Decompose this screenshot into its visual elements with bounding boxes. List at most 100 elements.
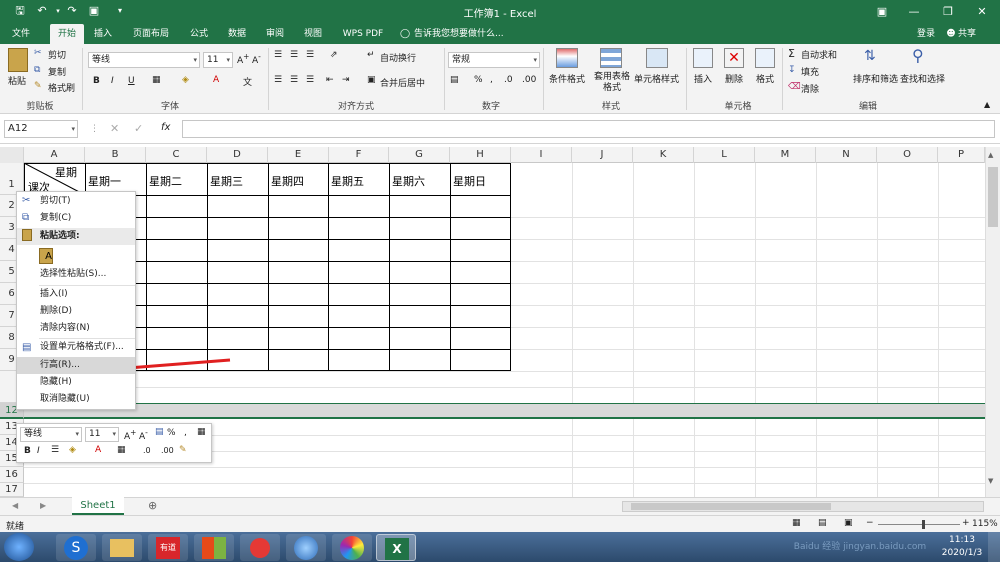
font-name-combo[interactable]: 等线 ▾: [88, 52, 200, 68]
format-painter-icon[interactable]: ✎: [34, 81, 42, 91]
show-desktop-button[interactable]: [988, 532, 1000, 562]
tab-data[interactable]: 数据: [222, 24, 252, 44]
wrap-text-button[interactable]: 自动换行: [380, 51, 416, 64]
formula-input[interactable]: [182, 120, 995, 138]
page-layout-view-icon[interactable]: ▤: [818, 518, 827, 528]
insert-function-icon[interactable]: fx: [161, 122, 170, 133]
header-cell[interactable]: 星期五: [328, 173, 364, 189]
cut-icon[interactable]: ✂: [34, 48, 42, 58]
tab-formulas[interactable]: 公式: [184, 24, 214, 44]
horizontal-scrollbar[interactable]: [622, 501, 984, 512]
border-icon[interactable]: ▦: [152, 75, 161, 85]
zoom-out-icon[interactable]: −: [866, 518, 874, 528]
menu-item-cut[interactable]: 剪切(T): [17, 193, 135, 210]
fill-icon[interactable]: ↧: [788, 65, 796, 75]
format-painter-button[interactable]: 格式刷: [48, 81, 75, 94]
menu-item-format-cells[interactable]: 设置单元格格式(F)...: [17, 339, 135, 356]
column-header[interactable]: F: [329, 147, 389, 163]
merge-center-button[interactable]: 合并后居中: [380, 76, 425, 89]
decrease-decimal-icon[interactable]: .00: [522, 75, 536, 85]
decrease-decimal-icon[interactable]: .00: [161, 446, 174, 455]
fill-color-icon[interactable]: ◈: [69, 445, 76, 455]
column-header[interactable]: E: [268, 147, 329, 163]
sheet-tab-sheet1[interactable]: Sheet1: [72, 497, 124, 515]
paste-button[interactable]: 粘贴: [8, 74, 26, 87]
align-left-icon[interactable]: ☰: [274, 75, 282, 85]
tab-page-layout[interactable]: 页面布局: [126, 24, 176, 44]
share-button[interactable]: 共享: [958, 24, 986, 44]
cut-button[interactable]: 剪切: [48, 48, 66, 61]
accounting-icon[interactable]: ▤: [155, 427, 164, 437]
number-format-combo[interactable]: 常规 ▾: [448, 52, 540, 68]
zoom-in-icon[interactable]: +: [962, 518, 970, 528]
column-header[interactable]: P: [938, 147, 985, 163]
header-cell[interactable]: 星期一: [85, 173, 121, 189]
copy-icon[interactable]: ⧉: [34, 65, 40, 75]
autosum-icon[interactable]: Σ: [788, 47, 795, 60]
column-header[interactable]: O: [877, 147, 938, 163]
minimize-button[interactable]: —: [898, 0, 930, 24]
name-box[interactable]: A12 ▾: [4, 120, 78, 138]
login-link[interactable]: 登录: [912, 24, 940, 44]
page-break-view-icon[interactable]: ▣: [844, 518, 853, 528]
percent-icon[interactable]: %: [167, 428, 176, 438]
orientation-icon[interactable]: ⇗: [330, 50, 338, 60]
collapse-ribbon-icon[interactable]: ▲: [984, 100, 990, 109]
tab-home[interactable]: 开始: [50, 24, 84, 44]
cell-styles-button[interactable]: 单元格样式: [634, 72, 679, 85]
taskbar-youdao[interactable]: 有道: [148, 534, 188, 561]
scroll-down-icon[interactable]: ▼: [988, 477, 993, 485]
menu-item-hide[interactable]: 隐藏(H): [17, 374, 135, 391]
format-cells-icon[interactable]: ▦: [197, 427, 206, 437]
bold-icon[interactable]: B: [24, 446, 31, 456]
add-sheet-icon[interactable]: ⊕: [148, 499, 157, 512]
mini-font-combo[interactable]: 等线 ▾: [20, 427, 82, 442]
format-painter-icon[interactable]: ✎: [179, 445, 187, 455]
find-select-button[interactable]: 查找和选择: [900, 72, 945, 85]
column-header[interactable]: L: [694, 147, 755, 163]
select-all-button[interactable]: [0, 147, 24, 163]
menu-item-insert[interactable]: 插入(I): [17, 286, 135, 303]
scroll-up-icon[interactable]: ▲: [988, 151, 993, 159]
grow-font-icon[interactable]: A+: [124, 428, 136, 442]
merge-center-icon[interactable]: ▣: [367, 75, 376, 85]
align-center-icon[interactable]: ☰: [51, 445, 59, 455]
header-cell[interactable]: 星期日: [450, 173, 486, 189]
column-header[interactable]: N: [816, 147, 877, 163]
bold-button[interactable]: B: [93, 76, 100, 86]
vertical-scrollbar[interactable]: ▲ ▼: [985, 147, 1000, 497]
format-as-table-button[interactable]: 套用表格格式: [591, 72, 633, 94]
menu-item-copy[interactable]: 复制(C): [17, 210, 135, 227]
font-color-icon[interactable]: A: [213, 75, 219, 85]
search-icon[interactable]: ⚲: [912, 46, 924, 65]
column-header[interactable]: K: [633, 147, 694, 163]
italic-icon[interactable]: I: [37, 446, 40, 456]
comma-icon[interactable]: ,: [184, 428, 187, 438]
sort-filter-button[interactable]: 排序和筛选: [853, 72, 898, 85]
tab-insert[interactable]: 插入: [88, 24, 118, 44]
cancel-icon[interactable]: ✕: [110, 122, 119, 135]
delete-cells-button[interactable]: 删除: [725, 72, 743, 85]
column-header[interactable]: A: [24, 147, 85, 163]
tab-file[interactable]: 文件: [4, 24, 38, 44]
cell-styles-icon[interactable]: [646, 48, 668, 68]
paste-icon[interactable]: [8, 48, 28, 72]
align-bottom-icon[interactable]: ☰: [306, 50, 314, 60]
header-cell[interactable]: 星期四: [268, 173, 304, 189]
header-cell[interactable]: 星期三: [207, 173, 243, 189]
taskbar-file-explorer[interactable]: [102, 534, 142, 561]
shrink-font-icon[interactable]: A-: [252, 52, 261, 66]
selected-row[interactable]: [24, 403, 985, 419]
align-right-icon[interactable]: ☰: [306, 75, 314, 85]
prev-sheet-icon[interactable]: ◀: [12, 501, 18, 510]
increase-decimal-icon[interactable]: .0: [143, 446, 151, 455]
menu-item-unhide[interactable]: 取消隐藏(U): [17, 391, 135, 408]
tab-review[interactable]: 审阅: [260, 24, 290, 44]
fill-button[interactable]: 填充: [801, 65, 819, 78]
italic-button[interactable]: I: [111, 76, 114, 86]
column-header[interactable]: B: [85, 147, 146, 163]
restore-button[interactable]: ❐: [932, 0, 964, 24]
start-button[interactable]: [4, 533, 34, 561]
wrap-text-icon[interactable]: ↵: [367, 50, 375, 60]
header-cell[interactable]: 星期二: [146, 173, 182, 189]
